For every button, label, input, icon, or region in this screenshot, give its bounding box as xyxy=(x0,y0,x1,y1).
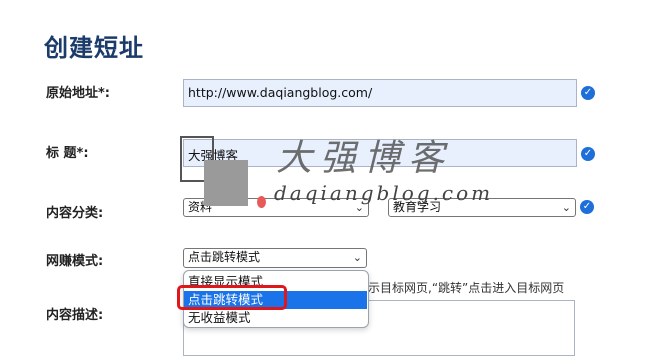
mode-option-no-revenue[interactable]: 无收益模式 xyxy=(184,309,367,327)
mode-select-value: 点击跳转模式 xyxy=(188,250,261,264)
mode-select[interactable]: 点击跳转模式 ⌄ xyxy=(183,248,367,268)
title-label: 标 题*: xyxy=(46,146,89,161)
watermark-logo-block xyxy=(204,160,248,206)
watermark-brand: 大强博客 xyxy=(276,138,453,179)
category-label: 内容分类: xyxy=(46,206,104,221)
mode-help-text: 示目标网页,“跳转”点击进入目标网页 xyxy=(368,281,565,295)
selection-highlight xyxy=(177,285,287,310)
watermark-domain: daqiangblog.com xyxy=(274,181,494,205)
url-input[interactable]: http://www.daqiangblog.com/ xyxy=(183,79,577,107)
url-valid-check-icon: ✓ xyxy=(581,86,595,100)
mode-label: 网赚模式: xyxy=(46,254,104,269)
description-label: 内容描述: xyxy=(46,308,104,323)
category-valid-check-icon: ✓ xyxy=(580,200,594,214)
page-title: 创建短址 xyxy=(44,34,144,62)
watermark-dot-icon xyxy=(257,196,266,208)
title-valid-check-icon: ✓ xyxy=(581,147,595,161)
chevron-down-icon: ⌄ xyxy=(352,251,362,264)
url-label: 原始地址*: xyxy=(46,86,110,101)
chevron-down-icon: ⌄ xyxy=(561,201,571,214)
